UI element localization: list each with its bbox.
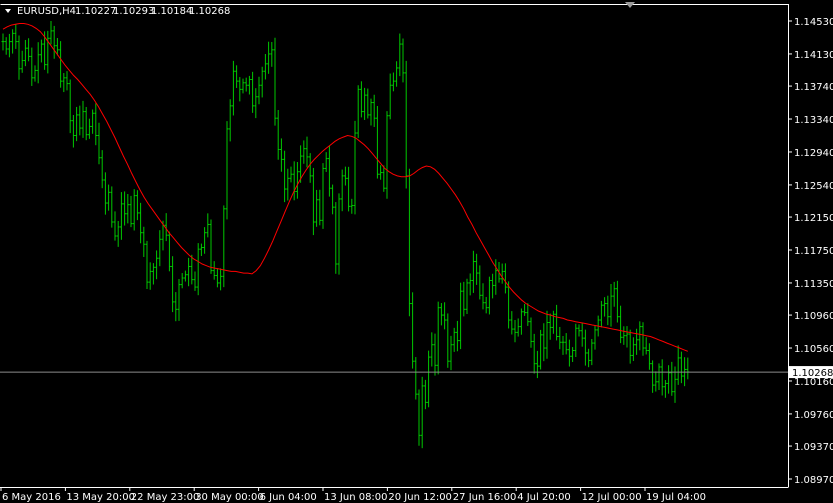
x-tick-label: 19 Jul 04:00 [646,492,706,503]
x-tick-label: 4 Jul 20:00 [517,492,571,503]
x-tick-label: 6 Jun 04:00 [260,492,317,503]
x-tick-label: 6 May 2016 [2,492,61,503]
y-tick-label: 1.11350 [794,279,833,290]
y-tick-label: 1.14130 [794,50,833,61]
y-tick-label: 1.12540 [794,181,833,192]
x-tick-label: 30 May 00:00 [195,492,264,503]
price-chart[interactable]: 1.10268 1.14530 1.14130 1.13740 1.13340 1.12… [0,0,833,503]
y-tick-label: 1.09760 [794,410,833,421]
y-tick-label: 1.09370 [794,442,833,453]
y-tick-label: 1.13340 [794,115,833,126]
x-tick-label: 13 May 20:00 [66,492,135,503]
x-tick-label: 12 Jul 00:00 [582,492,642,503]
open-value: 1.10227 [75,6,116,17]
x-tick-label: 22 May 23:00 [131,492,200,503]
y-tick-label: 1.10560 [794,344,833,355]
y-tick-label: 1.11750 [794,246,833,257]
low-value: 1.10184 [151,6,192,17]
x-tick-label: 27 Jun 16:00 [453,492,517,503]
chart-background [0,0,833,503]
close-value: 1.10268 [189,6,230,17]
x-tick-label: 13 Jun 08:00 [324,492,388,503]
x-tick-label: 20 Jun 12:00 [388,492,452,503]
y-tick-label: 1.10160 [794,377,833,388]
y-tick-label: 1.12940 [794,148,833,159]
y-tick-label: 1.08970 [794,475,833,486]
chart-svg[interactable]: 1.10268 1.14530 1.14130 1.13740 1.13340 1.12… [0,0,833,503]
symbol-label: EURUSD,H4 [17,6,76,17]
y-tick-label: 1.12150 [794,213,833,224]
y-tick-label: 1.10960 [794,311,833,322]
y-tick-label: 1.14530 [794,17,833,28]
y-tick-label: 1.13740 [794,82,833,93]
high-value: 1.10293 [113,6,154,17]
